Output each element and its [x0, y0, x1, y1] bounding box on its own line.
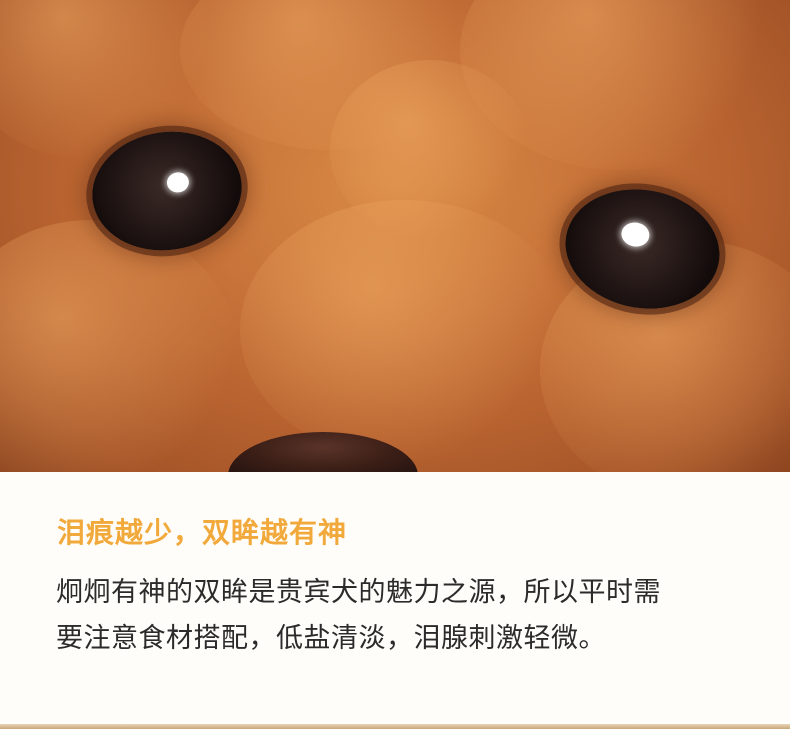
bottom-divider — [0, 724, 790, 729]
right-eye-glint — [619, 220, 652, 249]
headline: 泪痕越少，双眸越有神 — [57, 516, 348, 549]
body-line-1: 炯炯有神的双眸是贵宾犬的魅力之源，所以平时需 — [56, 577, 661, 608]
poodle-photo — [0, 0, 790, 472]
body-text: 炯炯有神的双眸是贵宾犬的魅力之源，所以平时需 要注意食材搭配，低盐清淡，泪腺刺激… — [56, 570, 746, 662]
body-line-2: 要注意食材搭配，低盐清淡，泪腺刺激轻微。 — [56, 623, 606, 654]
left-eye-glint — [165, 170, 191, 194]
